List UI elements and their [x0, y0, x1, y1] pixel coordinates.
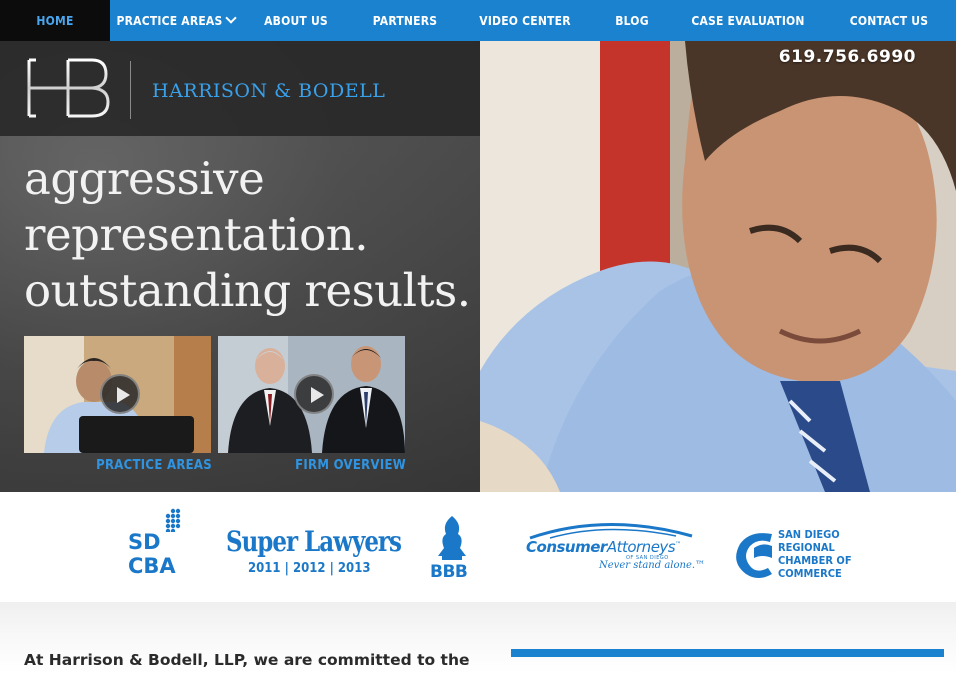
chevron-down-icon	[225, 11, 238, 24]
hero-section: HARRISON & BODELL aggressive representat…	[0, 41, 956, 492]
play-icon[interactable]	[100, 374, 140, 414]
hero-tagline: aggressive representation. outstanding r…	[24, 151, 471, 319]
top-nav: HOME PRACTICE AREAS ABOUT US PARTNERS VI…	[0, 0, 956, 41]
chamber-line-3: CHAMBER OF	[778, 554, 852, 567]
consumer-attorneys-light: Attorneys	[606, 538, 676, 556]
badges-strip: SD CBA Super Lawyers 2011 | 2012 | 2013 …	[0, 492, 956, 602]
nav-item-home[interactable]: HOME	[0, 0, 110, 41]
sdcba-line-1: SD	[128, 530, 161, 554]
phone-number[interactable]: 619.756.6990	[779, 47, 916, 67]
nav-item-blog[interactable]: BLOG	[590, 0, 674, 41]
bbb-logo[interactable]: BBB	[430, 514, 475, 584]
nav-label-practice-areas: PRACTICE AREAS	[116, 13, 223, 28]
chamber-line-2: REGIONAL	[778, 541, 835, 554]
intro-section: At Harrison & Bodell, LLP, we are commit…	[0, 602, 956, 674]
bbb-label: BBB	[430, 562, 468, 582]
super-lawyers-years: 2011 | 2012 | 2013	[248, 561, 371, 576]
tagline-line-1: aggressive	[24, 152, 265, 205]
consumer-attorneys-logo[interactable]: ConsumerAttorneys™ OF SAN DIEGO Never st…	[526, 518, 705, 578]
super-lawyers-title: Super Lawyers	[226, 525, 402, 558]
hero-photo: 619.756.6990	[480, 41, 956, 492]
nav-label-case-evaluation: CASE EVALUATION	[691, 13, 805, 28]
nav-item-practice-areas[interactable]: PRACTICE AREAS	[110, 0, 242, 41]
video-label-practice-areas[interactable]: PRACTICE AREAS	[24, 458, 212, 473]
nav-label-blog: BLOG	[615, 13, 649, 28]
play-icon[interactable]	[294, 374, 334, 414]
logo-bar: HARRISON & BODELL	[0, 41, 480, 136]
nav-label-video-center: VIDEO CENTER	[479, 13, 571, 28]
video-thumbnail-practice-areas[interactable]	[24, 336, 211, 453]
nav-item-video-center[interactable]: VIDEO CENTER	[460, 0, 590, 41]
chamber-line-4: COMMERCE	[778, 567, 842, 580]
chamber-wave-icon	[736, 533, 772, 578]
sdcba-dots-icon	[165, 508, 181, 532]
intro-text: At Harrison & Bodell, LLP, we are commit…	[24, 651, 470, 669]
chamber-line-1: SAN DIEGO	[778, 528, 840, 541]
sdcba-line-2: CBA	[128, 554, 176, 578]
consumer-attorneys-slogan: Never stand alone.™	[599, 560, 706, 571]
consumer-attorneys-tm: ™	[675, 541, 681, 548]
nav-item-partners[interactable]: PARTNERS	[350, 0, 460, 41]
nav-label-contact-us: CONTACT US	[849, 13, 929, 28]
tagline-line-2: representation.	[24, 208, 369, 261]
hero-photo-attorney	[480, 41, 956, 492]
super-lawyers-logo[interactable]: Super Lawyers 2011 | 2012 | 2013	[226, 525, 402, 577]
chamber-name: SAN DIEGO REGIONAL CHAMBER OF COMMERCE	[778, 528, 852, 580]
hb-logo-mark[interactable]	[26, 58, 110, 118]
nav-item-contact-us[interactable]: CONTACT US	[822, 0, 956, 41]
sdcba-logo[interactable]: SD CBA	[128, 508, 183, 582]
logo-divider	[130, 61, 131, 119]
video-label-firm-overview[interactable]: FIRM OVERVIEW	[218, 458, 406, 473]
firm-name[interactable]: HARRISON & BODELL	[152, 80, 385, 102]
consumer-attorneys-arc-icon	[529, 522, 693, 540]
nav-label-home: HOME	[36, 13, 74, 28]
chamber-of-commerce-logo[interactable]: SAN DIEGO REGIONAL CHAMBER OF COMMERCE	[732, 528, 852, 584]
nav-label-partners: PARTNERS	[372, 13, 438, 28]
nav-label-about-us: ABOUT US	[264, 13, 328, 28]
video-thumbnail-firm-overview[interactable]	[218, 336, 405, 453]
consumer-attorneys-name: ConsumerAttorneys™	[526, 538, 681, 556]
consumer-attorneys-bold: Consumer	[526, 538, 607, 556]
nav-item-about-us[interactable]: ABOUT US	[242, 0, 350, 41]
nav-item-case-evaluation[interactable]: CASE EVALUATION	[674, 0, 822, 41]
bbb-torch-icon	[438, 516, 466, 560]
tagline-line-3: outstanding results.	[24, 264, 471, 317]
sidebar-accent-rule	[511, 649, 944, 657]
